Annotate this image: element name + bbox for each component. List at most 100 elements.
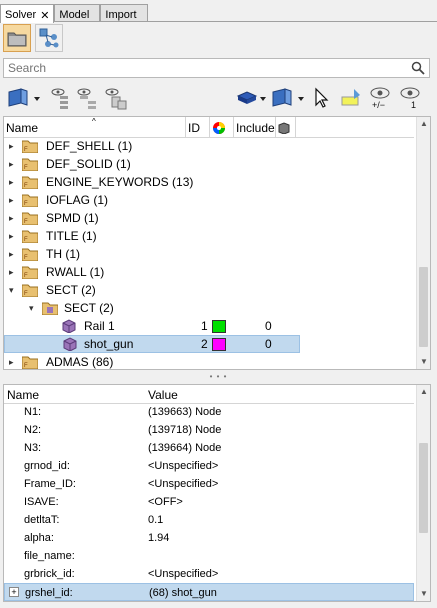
tab-solver[interactable]: Solver ✕ bbox=[0, 4, 55, 23]
property-cube-icon bbox=[62, 319, 76, 333]
svg-text:F: F bbox=[24, 255, 28, 261]
network-view-button[interactable] bbox=[35, 24, 63, 52]
tree-row-def-shell[interactable]: ▸ F DEF_SHELL (1) bbox=[4, 137, 414, 155]
isolate-button[interactable] bbox=[104, 84, 130, 112]
property-value[interactable]: <Unspecified> bbox=[148, 568, 218, 580]
scroll-thumb[interactable] bbox=[419, 267, 428, 347]
scroll-down-icon[interactable]: ▼ bbox=[420, 357, 428, 366]
collapse-icon[interactable]: ▾ bbox=[29, 303, 34, 314]
tree-row-label: TH (1) bbox=[46, 247, 80, 261]
color-swatch[interactable] bbox=[212, 319, 226, 333]
display-mode-button[interactable] bbox=[236, 84, 268, 112]
tree-row-sect-group[interactable]: ▾ SECT (2) bbox=[4, 299, 414, 317]
folder-icon bbox=[42, 302, 58, 315]
expand-icon[interactable]: ▸ bbox=[9, 231, 14, 242]
expand-icon[interactable]: ▸ bbox=[9, 159, 14, 170]
property-value[interactable]: <Unspecified> bbox=[148, 478, 218, 490]
property-row[interactable]: grbrick_id: <Unspecified> bbox=[4, 565, 414, 583]
tree-row-title[interactable]: ▸ F TITLE (1) bbox=[4, 227, 414, 245]
expand-icon[interactable]: ▸ bbox=[9, 213, 14, 224]
expand-icon[interactable]: ▸ bbox=[9, 249, 14, 260]
property-value[interactable]: <OFF> bbox=[148, 496, 183, 508]
property-row[interactable]: detltaT: 0.1 bbox=[4, 511, 414, 529]
entity-tree: Name ^ ID Include ▸ F DEF_SHELL (1) ▸ F … bbox=[3, 116, 431, 370]
tree-scrollbar[interactable]: ▲ ▼ bbox=[416, 117, 430, 369]
tab-import[interactable]: Import bbox=[100, 4, 149, 22]
expand-icon[interactable]: ▸ bbox=[9, 177, 14, 188]
scroll-down-icon[interactable]: ▼ bbox=[420, 589, 428, 598]
property-value[interactable]: 0.1 bbox=[148, 514, 163, 526]
show-one-button[interactable]: 1 bbox=[398, 84, 422, 112]
expand-icon[interactable]: ▸ bbox=[9, 357, 14, 368]
expand-icon[interactable]: + bbox=[9, 587, 19, 597]
column-header-include[interactable]: Include bbox=[234, 117, 276, 138]
color-swatch[interactable] bbox=[212, 337, 226, 351]
property-value[interactable]: (68) shot_gun bbox=[149, 587, 217, 599]
scroll-up-icon[interactable]: ▲ bbox=[420, 119, 428, 128]
tree-row-engine-keywords[interactable]: ▸ F ENGINE_KEYWORDS (13) bbox=[4, 173, 414, 191]
entity-select-button[interactable] bbox=[6, 84, 42, 112]
property-row[interactable]: grnod_id: <Unspecified> bbox=[4, 457, 414, 475]
property-row-selected[interactable]: + grshel_id: (68) shot_gun bbox=[4, 583, 414, 601]
collapse-icon[interactable]: ▾ bbox=[9, 285, 14, 296]
column-header-name[interactable]: Name ^ bbox=[4, 117, 186, 138]
tree-row-spmd[interactable]: ▸ F SPMD (1) bbox=[4, 209, 414, 227]
folder-view-button[interactable] bbox=[3, 24, 31, 52]
tab-model[interactable]: Model bbox=[54, 4, 101, 22]
folder-icon: F bbox=[22, 266, 38, 279]
tree-row-label: ADMAS (86) bbox=[46, 355, 114, 369]
search-input[interactable] bbox=[4, 59, 404, 77]
property-value[interactable]: (139663) Node bbox=[148, 406, 221, 418]
cursor-icon bbox=[315, 87, 329, 108]
tree-row-th[interactable]: ▸ F TH (1) bbox=[4, 245, 414, 263]
cube-view-icon bbox=[272, 88, 304, 107]
expand-icon[interactable]: ▸ bbox=[9, 267, 14, 278]
property-row[interactable]: ISAVE: <OFF> bbox=[4, 493, 414, 511]
search-icon[interactable] bbox=[411, 61, 425, 75]
show-selected-button[interactable] bbox=[50, 84, 72, 112]
properties-scrollbar[interactable]: ▲ ▼ bbox=[416, 385, 430, 601]
property-value[interactable]: <Unspecified> bbox=[148, 460, 218, 472]
property-name: Frame_ID: bbox=[24, 478, 76, 490]
tree-row-rwall[interactable]: ▸ F RWALL (1) bbox=[4, 263, 414, 281]
tree-row-ioflag[interactable]: ▸ F IOFLAG (1) bbox=[4, 191, 414, 209]
property-row[interactable]: N1: (139663) Node bbox=[4, 403, 414, 421]
expand-icon[interactable]: ▸ bbox=[9, 195, 14, 206]
scroll-thumb[interactable] bbox=[419, 443, 428, 533]
property-row[interactable]: N2: (139718) Node bbox=[4, 421, 414, 439]
property-value[interactable]: (139664) Node bbox=[148, 442, 221, 454]
property-value[interactable]: 1.94 bbox=[148, 532, 169, 544]
property-row[interactable]: Frame_ID: <Unspecified> bbox=[4, 475, 414, 493]
column-header-id[interactable]: ID bbox=[186, 117, 210, 138]
tab-import-label: Import bbox=[105, 8, 137, 21]
cube-icon bbox=[236, 91, 266, 104]
tab-bar: Solver ✕ Model Import bbox=[0, 4, 149, 23]
column-header-cube[interactable] bbox=[276, 117, 296, 138]
tree-row-admas[interactable]: ▸ F ADMAS (86) bbox=[4, 353, 414, 369]
folder-icon: F bbox=[22, 140, 38, 153]
cube-view-icon bbox=[8, 88, 40, 107]
tree-row-shot-gun[interactable]: shot_gun 2 0 bbox=[4, 335, 300, 353]
tree-row-def-solid[interactable]: ▸ F DEF_SOLID (1) bbox=[4, 155, 414, 173]
eye-list-icon bbox=[77, 88, 96, 109]
view-options-button[interactable] bbox=[270, 84, 306, 112]
column-header-color[interactable] bbox=[210, 117, 234, 138]
select-tool-button[interactable] bbox=[314, 84, 330, 112]
panel-splitter[interactable]: • • • bbox=[0, 372, 437, 381]
tree-row-label: IOFLAG (1) bbox=[46, 193, 109, 207]
property-row[interactable]: alpha: 1.94 bbox=[4, 529, 414, 547]
expand-icon[interactable]: ▸ bbox=[9, 141, 14, 152]
tree-row-sect[interactable]: ▾ F SECT (2) bbox=[4, 281, 414, 299]
tree-row-label: TITLE (1) bbox=[46, 229, 97, 243]
property-row[interactable]: N3: (139664) Node bbox=[4, 439, 414, 457]
show-hide-toggle-button[interactable]: +/− bbox=[368, 84, 392, 112]
highlight-button[interactable] bbox=[340, 84, 362, 112]
property-name: grnod_id: bbox=[24, 460, 70, 472]
show-all-button[interactable] bbox=[76, 84, 98, 112]
tree-row-rail-1[interactable]: Rail 1 1 0 bbox=[4, 317, 414, 335]
property-value[interactable]: (139718) Node bbox=[148, 424, 221, 436]
close-icon[interactable]: ✕ bbox=[40, 9, 49, 22]
scroll-up-icon[interactable]: ▲ bbox=[420, 387, 428, 396]
search-box bbox=[3, 58, 430, 78]
property-row[interactable]: file_name: bbox=[4, 547, 414, 565]
